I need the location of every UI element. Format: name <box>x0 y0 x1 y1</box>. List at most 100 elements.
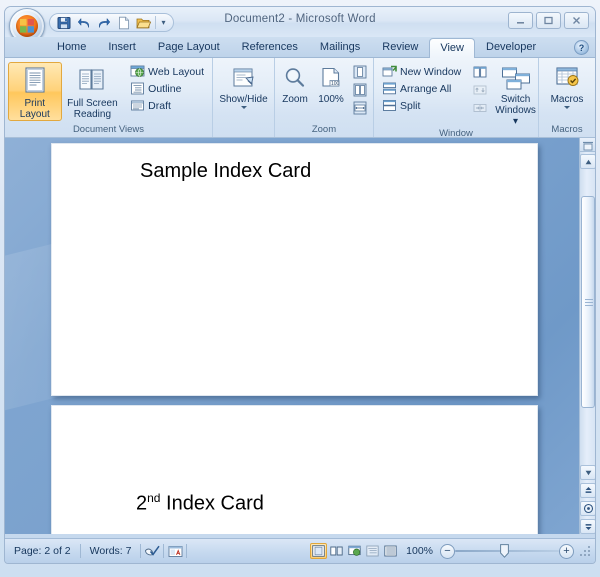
view-side-by-side-button[interactable] <box>470 63 489 81</box>
switch-windows-button[interactable]: Switch Windows ▾ <box>493 62 538 128</box>
scrollbar-grip-icon <box>585 299 593 306</box>
browse-object-icon <box>583 503 593 514</box>
print-layout-label-line2: Layout <box>19 109 50 120</box>
split-button[interactable]: Split <box>379 97 466 114</box>
two-pages-button[interactable] <box>350 81 369 99</box>
web-layout-button[interactable]: Web Layout <box>127 63 209 80</box>
zoom-100-button[interactable]: 100 100% <box>312 62 350 106</box>
split-window-handle[interactable] <box>580 138 595 152</box>
status-separator-4 <box>186 544 188 558</box>
tab-review[interactable]: Review <box>371 37 429 58</box>
one-page-button[interactable] <box>350 63 369 81</box>
page-number-status[interactable]: Page: 2 of 2 <box>5 543 80 560</box>
tab-mailings[interactable]: Mailings <box>309 37 371 58</box>
zoom-slider-handle[interactable] <box>500 544 509 558</box>
page-width-icon <box>353 101 366 115</box>
document-page-1[interactable]: Sample Index Card <box>51 143 538 396</box>
spelling-and-grammar-check-icon[interactable] <box>141 543 163 560</box>
vertical-scrollbar[interactable] <box>579 138 595 534</box>
switch-windows-label-line1: Switch <box>500 94 531 105</box>
ribbon-group-window: New Window Arrange All Split Switch Wind… <box>373 58 538 139</box>
zoom-out-button[interactable]: − <box>440 543 455 559</box>
status-web-layout-button[interactable] <box>346 543 363 559</box>
window-frame: ▾ Document2 - Microsoft Word Home Insert… <box>4 6 596 564</box>
minimize-button[interactable] <box>508 12 533 29</box>
close-button[interactable] <box>564 12 589 29</box>
full-screen-reading-label-line2: Reading <box>73 109 112 120</box>
reset-window-position-icon <box>473 104 487 112</box>
language-icon[interactable] <box>164 543 186 560</box>
document-workspace[interactable]: Sample Index Card 2nd Index Card <box>5 138 595 534</box>
zoom-button[interactable]: Zoom <box>278 62 312 106</box>
ribbon-group-macros: Macros Macros <box>538 58 595 137</box>
tab-page-layout[interactable]: Page Layout <box>147 37 231 58</box>
show-hide-button[interactable]: Show/Hide <box>216 62 271 110</box>
status-full-screen-reading-button[interactable] <box>328 543 345 559</box>
web-layout-label: Web Layout <box>148 65 204 78</box>
svg-text:100: 100 <box>331 81 340 87</box>
full-screen-reading-icon <box>79 69 104 90</box>
select-browse-object-button[interactable] <box>580 501 595 516</box>
tab-references[interactable]: References <box>231 37 309 58</box>
zoom-slider[interactable] <box>455 543 559 559</box>
document-views-small-buttons: Web Layout Outline Draft <box>127 62 209 114</box>
window-small-buttons: New Window Arrange All Split <box>379 62 466 114</box>
status-outline-button[interactable] <box>364 543 381 559</box>
print-layout-button[interactable]: Print Layout <box>8 62 62 121</box>
show-hide-dropdown-arrow-icon[interactable] <box>240 106 247 109</box>
outline-view-icon <box>366 545 379 557</box>
maximize-button[interactable] <box>536 12 561 29</box>
word-count-status[interactable]: Words: 7 <box>81 543 141 560</box>
outline-button[interactable]: Outline <box>127 80 209 97</box>
tab-insert[interactable]: Insert <box>97 37 147 58</box>
macros-dropdown-arrow-icon[interactable] <box>564 106 570 109</box>
status-bar: Page: 2 of 2 Words: 7 100% − + <box>5 538 595 563</box>
double-chevron-down-icon <box>585 524 591 530</box>
zoom-magnifier-icon <box>285 68 305 87</box>
previous-page-button[interactable] <box>580 483 595 498</box>
split-label: Split <box>400 99 421 112</box>
arrange-all-label: Arrange All <box>400 82 452 95</box>
switch-windows-label-line2: Windows ▾ <box>495 105 536 127</box>
chevron-up-icon <box>585 159 591 164</box>
scroll-down-button[interactable] <box>580 465 595 480</box>
draft-button[interactable]: Draft <box>127 97 209 114</box>
reset-window-position-button[interactable] <box>470 99 489 117</box>
resize-grip-icon[interactable] <box>578 544 592 558</box>
synchronous-scrolling-icon <box>473 85 487 95</box>
zoom-level-label[interactable]: 100% <box>399 545 440 557</box>
tab-developer[interactable]: Developer <box>475 37 547 58</box>
page-1-text: Sample Index Card <box>140 160 312 182</box>
new-window-icon <box>382 65 397 77</box>
page-2-text-prefix: 2 <box>136 492 148 515</box>
document-page-2[interactable]: 2nd Index Card <box>51 405 538 534</box>
full-screen-reading-button[interactable]: Full Screen Reading <box>62 62 124 121</box>
arrange-all-icon <box>383 82 396 95</box>
help-icon[interactable]: ? <box>574 40 589 55</box>
show-hide-icon <box>233 68 254 87</box>
split-handle-icon <box>583 141 593 151</box>
macros-button[interactable]: Macros <box>542 62 592 110</box>
chevron-down-icon <box>585 470 591 475</box>
window-controls <box>508 12 589 29</box>
split-icon <box>383 100 396 111</box>
draft-label: Draft <box>148 99 171 112</box>
synchronous-scrolling-button[interactable] <box>470 81 489 99</box>
web-layout-icon <box>130 65 145 77</box>
tab-view[interactable]: View <box>429 38 475 59</box>
page-width-button[interactable] <box>350 99 369 117</box>
status-print-layout-button[interactable] <box>310 543 328 559</box>
new-window-label: New Window <box>400 65 462 78</box>
new-window-button[interactable]: New Window <box>379 63 466 80</box>
arrange-all-button[interactable]: Arrange All <box>379 80 466 97</box>
macros-icon <box>556 67 579 86</box>
scroll-up-button[interactable] <box>580 154 595 169</box>
zoom-in-button[interactable]: + <box>559 543 574 559</box>
ribbon-group-show-hide: Show/Hide <box>212 58 274 137</box>
print-layout-icon <box>25 67 45 93</box>
tab-home[interactable]: Home <box>46 37 97 58</box>
view-side-by-side-icon <box>473 66 487 78</box>
scrollbar-thumb[interactable] <box>581 196 595 408</box>
status-draft-button[interactable] <box>382 543 399 559</box>
next-page-button[interactable] <box>580 519 595 534</box>
